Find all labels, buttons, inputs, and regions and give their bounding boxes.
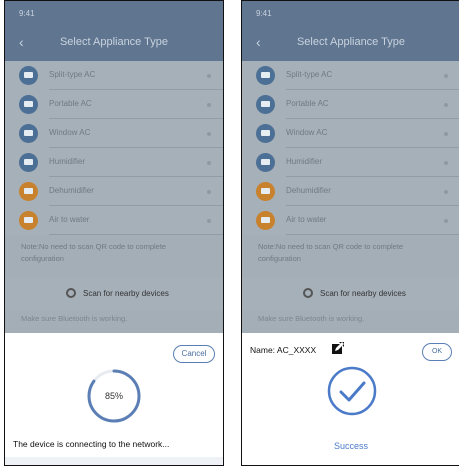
bottom-strip: [5, 457, 223, 465]
portable-ac-icon: [256, 95, 275, 114]
list-item-label: Portable AC: [286, 99, 329, 108]
success-dialog: Name: AC_XXXX OK Success: [242, 333, 459, 465]
bluetooth-scan-icon: [66, 288, 76, 298]
list-item-label: Portable AC: [49, 99, 92, 108]
list-item[interactable]: Humidifier: [5, 148, 223, 177]
humidifier-icon: [19, 153, 38, 172]
humidifier-icon: [256, 153, 275, 172]
scan-nearby-button[interactable]: Scan for nearby devices: [242, 278, 459, 310]
list-item[interactable]: Air to water: [242, 206, 459, 235]
page-title: Select Appliance Type: [296, 36, 406, 48]
air-to-water-icon: [256, 211, 275, 230]
scan-nearby-button[interactable]: Scan for nearby devices: [5, 278, 223, 310]
list-item[interactable]: Window AC: [242, 119, 459, 148]
phone-screen-connecting: 9:41 ‹ Select Appliance Type Split-type …: [4, 0, 224, 466]
list-item-label: Humidifier: [286, 157, 323, 166]
split-ac-icon: [256, 66, 275, 85]
list-item-label: Air to water: [49, 215, 90, 224]
window-ac-icon: [19, 124, 38, 143]
list-item[interactable]: Air to water: [5, 206, 223, 235]
dehumidifier-icon: [256, 182, 275, 201]
window-ac-icon: [256, 124, 275, 143]
split-ac-icon: [19, 66, 38, 85]
scan-label: Scan for nearby devices: [320, 289, 406, 298]
radio-indicator: [207, 190, 211, 194]
ok-button[interactable]: OK: [422, 343, 452, 361]
radio-indicator: [444, 190, 448, 194]
success-check-icon: [327, 366, 377, 416]
radio-indicator: [207, 74, 211, 78]
list-item[interactable]: Humidifier: [242, 148, 459, 177]
radio-indicator: [207, 219, 211, 223]
list-item-label: Humidifier: [49, 157, 86, 166]
list-item[interactable]: Split-type AC: [5, 61, 223, 90]
list-item-label: Window AC: [49, 128, 91, 137]
list-item[interactable]: Portable AC: [242, 90, 459, 119]
list-item-label: Dehumidifier: [49, 186, 94, 195]
bluetooth-hint: Make sure Bluetooth is working.: [258, 314, 365, 323]
air-to-water-icon: [19, 211, 38, 230]
radio-indicator: [444, 103, 448, 107]
cancel-button[interactable]: Cancel: [173, 345, 215, 363]
list-item-label: Split-type AC: [286, 70, 333, 79]
list-item-label: Dehumidifier: [286, 186, 331, 195]
list-item[interactable]: Dehumidifier: [5, 177, 223, 206]
config-note: Note:No need to scan QR code to complete…: [258, 242, 404, 263]
list-item-label: Split-type AC: [49, 70, 96, 79]
appliance-list: Split-type AC Portable AC Window AC Humi…: [242, 61, 459, 235]
dehumidifier-icon: [19, 182, 38, 201]
radio-indicator: [444, 74, 448, 78]
radio-indicator: [444, 219, 448, 223]
list-item-label: Air to water: [286, 215, 327, 224]
progress-percent: 85%: [104, 391, 123, 401]
phone-screen-success: 9:41 ‹ Select Appliance Type Split-type …: [241, 0, 459, 466]
appliance-list: Split-type AC Portable AC Window AC Humi…: [5, 61, 223, 235]
list-item-label: Window AC: [286, 128, 328, 137]
connecting-message: The device is connecting to the network.…: [13, 439, 170, 449]
bluetooth-scan-icon: [303, 288, 313, 298]
list-item[interactable]: Portable AC: [5, 90, 223, 119]
radio-indicator: [444, 161, 448, 165]
nav-bar: ‹ Select Appliance Type: [5, 25, 223, 61]
radio-indicator: [207, 132, 211, 136]
edit-icon[interactable]: [331, 341, 345, 355]
status-time: 9:41: [19, 9, 35, 18]
page-title: Select Appliance Type: [59, 36, 169, 48]
status-time: 9:41: [256, 9, 272, 18]
radio-indicator: [207, 161, 211, 165]
config-note: Note:No need to scan QR code to complete…: [21, 242, 167, 263]
status-bar: 9:41: [5, 1, 223, 25]
connecting-dialog: Cancel 85% The device is connecting to t…: [5, 333, 223, 465]
device-name: Name: AC_XXXX: [250, 345, 317, 355]
portable-ac-icon: [19, 95, 38, 114]
list-item[interactable]: Window AC: [5, 119, 223, 148]
bluetooth-hint: Make sure Bluetooth is working.: [21, 314, 128, 323]
list-item[interactable]: Dehumidifier: [242, 177, 459, 206]
status-bar: 9:41: [242, 1, 459, 25]
radio-indicator: [444, 132, 448, 136]
list-item[interactable]: Split-type AC: [242, 61, 459, 90]
nav-bar: ‹ Select Appliance Type: [242, 25, 459, 61]
radio-indicator: [207, 103, 211, 107]
success-text: Success: [333, 441, 368, 451]
scan-label: Scan for nearby devices: [83, 289, 169, 298]
